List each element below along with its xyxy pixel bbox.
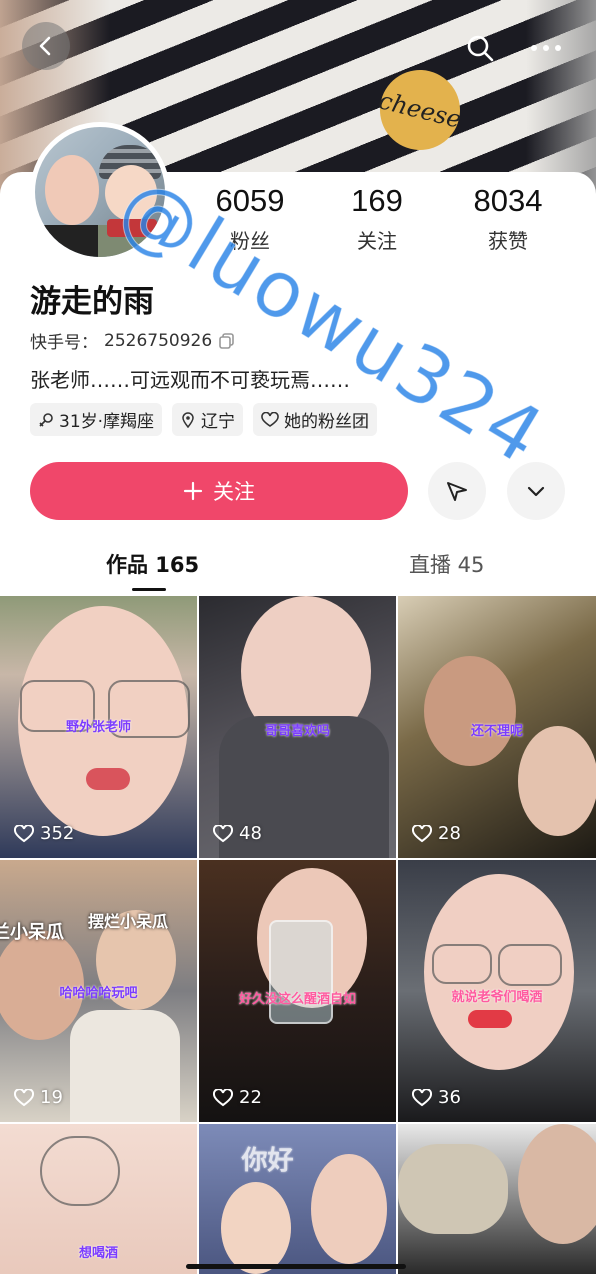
tag-fan-club[interactable]: 她的粉丝团: [253, 403, 378, 436]
tile-likes: 22: [213, 1087, 262, 1108]
banner-shade: [526, 0, 596, 200]
tile-face: [221, 1182, 291, 1274]
follow-label: 关注: [213, 480, 255, 504]
heart-icon: [14, 824, 34, 842]
tab-live[interactable]: 直播 45: [409, 549, 484, 579]
location-pin-icon: [182, 411, 194, 428]
tile-face: [518, 726, 596, 836]
user-id-label: 快手号：: [30, 333, 98, 353]
tile-overlay-text: 摆烂小呆瓜: [88, 912, 169, 931]
tile-shirt: [70, 1010, 180, 1122]
video-tile[interactable]: 想喝酒: [0, 1124, 197, 1274]
stat-number: 169: [351, 183, 403, 218]
tile-caption: 野外张老师: [65, 720, 131, 735]
tab-works[interactable]: 作品 165: [106, 549, 199, 579]
message-button[interactable]: [428, 462, 486, 520]
tile-glasses: [40, 1136, 120, 1206]
tag-age: 31岁·摩羯座: [30, 403, 163, 436]
tab-indicator: [132, 588, 166, 591]
like-count: 48: [239, 823, 262, 844]
heart-icon: [213, 1088, 233, 1106]
stat-number: 8034: [473, 183, 543, 218]
tile-overlay-text: 兰小呆瓜: [0, 922, 64, 943]
heart-icon: [412, 824, 432, 842]
banner-shirt-logo: cheese: [371, 61, 469, 159]
tag-label: 31岁·摩羯座: [59, 412, 155, 432]
like-count: 19: [40, 1087, 63, 1108]
video-grid: 野外张老师 352 哥哥喜欢吗 48 还不理呢 28 兰小呆瓜 摆烂小呆瓜 哈哈…: [0, 596, 596, 1274]
more-icon: [531, 45, 561, 51]
tile-caption: 哥哥喜欢吗: [264, 724, 330, 739]
tile-likes: 48: [213, 823, 262, 844]
video-tile[interactable]: 野外张老师 352: [0, 596, 197, 858]
like-count: 352: [40, 823, 75, 844]
tile-glasses: [432, 944, 492, 984]
video-tile[interactable]: [398, 1124, 596, 1274]
send-icon: [447, 482, 467, 501]
video-tile[interactable]: 兰小呆瓜 摆烂小呆瓜 哈哈哈哈玩吧 19: [0, 860, 197, 1122]
video-tile[interactable]: 好久没这么醒酒自如 22: [199, 860, 396, 1122]
copy-icon: [219, 332, 234, 349]
heart-icon: [14, 1088, 34, 1106]
video-tile[interactable]: 你好: [199, 1124, 396, 1274]
copy-button[interactable]: [218, 332, 236, 350]
search-button[interactable]: [464, 32, 498, 66]
stat-label: 关注: [357, 229, 397, 253]
avatar-face: [45, 155, 99, 225]
video-tile[interactable]: 就说老爷们喝酒 36: [398, 860, 596, 1122]
tile-likes: 28: [412, 823, 461, 844]
tile-mouth: [468, 1010, 512, 1028]
like-count: 22: [239, 1087, 262, 1108]
tile-caption: 就说老爷们喝酒: [451, 990, 543, 1005]
back-button[interactable]: [22, 22, 70, 70]
tile-glasses: [498, 944, 562, 986]
tag-label: 她的粉丝团: [284, 412, 370, 432]
heart-icon: [412, 1088, 432, 1106]
tile-face: [424, 656, 516, 766]
gender-female-icon: [39, 412, 53, 427]
tile-mouth: [86, 768, 130, 790]
profile-bio: 张老师……可远观而不可亵玩焉……: [30, 368, 350, 392]
profile-tags: 31岁·摩羯座 辽宁 她的粉丝团: [30, 403, 378, 436]
chevron-down-icon: [527, 486, 545, 497]
user-id-row: 快手号： 2526750926: [30, 328, 236, 353]
home-indicator: [186, 1264, 406, 1269]
video-tile[interactable]: 哥哥喜欢吗 48: [199, 596, 396, 858]
stat-likes[interactable]: 8034 获赞: [448, 183, 568, 254]
tag-label: 辽宁: [201, 412, 236, 432]
plus-icon: [183, 481, 203, 501]
like-count: 36: [438, 1087, 461, 1108]
tile-likes: 19: [14, 1087, 63, 1108]
follow-button[interactable]: 关注: [30, 462, 408, 520]
like-count: 28: [438, 823, 461, 844]
video-tile[interactable]: 还不理呢 28: [398, 596, 596, 858]
stat-label: 获赞: [488, 229, 528, 253]
chevron-left-icon: [39, 36, 51, 56]
tile-likes: 36: [412, 1087, 461, 1108]
tile-caption: 好久没这么醒酒自如: [238, 992, 356, 1007]
user-id-value: 2526750926: [104, 330, 213, 351]
profile-name: 游走的雨: [30, 284, 154, 320]
tile-caption: 哈哈哈哈玩吧: [59, 986, 138, 1001]
tile-overlay-text: 你好: [241, 1146, 294, 1176]
stat-following[interactable]: 169 关注: [317, 183, 437, 254]
tile-face: [518, 1124, 596, 1244]
tag-location: 辽宁: [172, 403, 244, 436]
heart-icon: [213, 824, 233, 842]
more-button[interactable]: [526, 32, 566, 64]
tile-caption: 想喝酒: [78, 1246, 118, 1261]
tile-arm: [398, 1144, 508, 1234]
tile-likes: 352: [14, 823, 74, 844]
tile-glass-cup: [269, 920, 333, 1024]
search-icon: [467, 35, 494, 62]
tile-caption: 还不理呢: [470, 724, 523, 739]
heart-icon: [261, 411, 279, 427]
